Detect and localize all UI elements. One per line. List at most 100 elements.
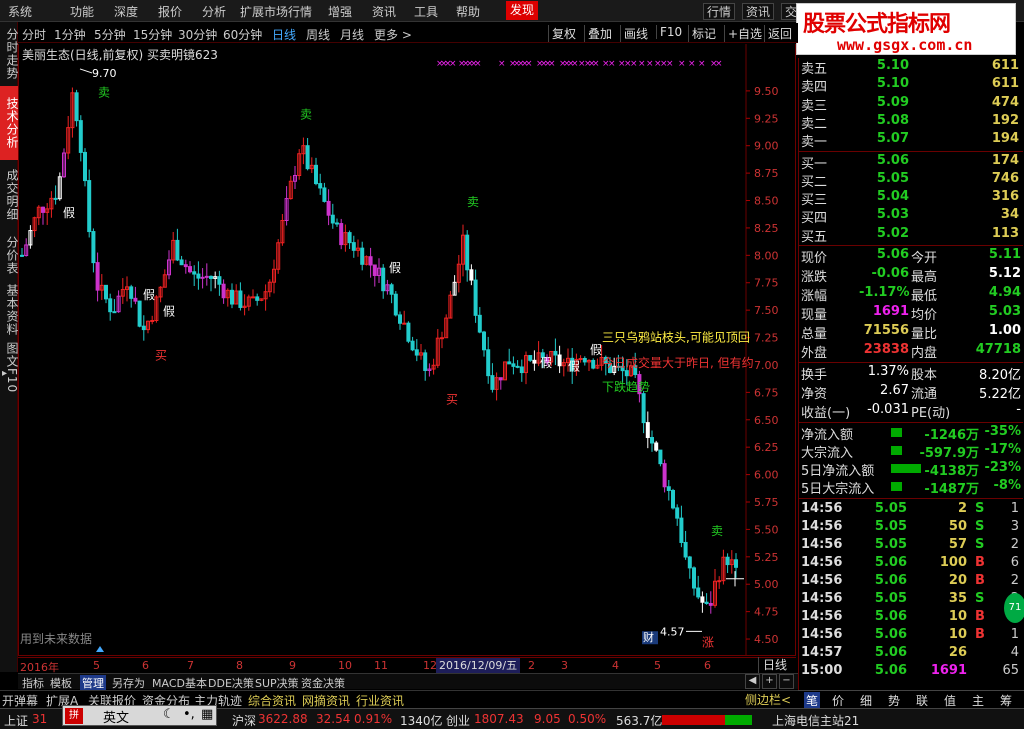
indicator-toolbar: 指标 模板 管理 另存为 MACD基本 DDE决策 SUP决策 资金决策 ◀ +…: [18, 673, 798, 691]
panel-tab-6[interactable]: 主: [972, 692, 984, 709]
scroll-left-icon[interactable]: ◀: [745, 674, 760, 689]
capital-decision-button[interactable]: 资金决策: [301, 675, 345, 691]
draw-line-button[interactable]: 画线: [620, 25, 651, 42]
tab-general-news[interactable]: 综合资讯: [248, 692, 296, 709]
scroll-right-icon[interactable]: +: [762, 674, 777, 689]
kline-chart[interactable]: 9.50 9.25 9.00 8.75 8.50 8.25 8.00 7.75 7.50 7.25…: [18, 44, 796, 656]
tab-web-news[interactable]: 网摘资讯: [302, 692, 350, 709]
x-axis: 2016年 5 6 7 8 9 10 11 12 2 3 4 5 6 2016/…: [18, 657, 796, 674]
bid-row[interactable]: 买五 5.02 113: [799, 226, 1023, 245]
period-60min[interactable]: 60分钟: [223, 26, 262, 43]
panel-tab-7[interactable]: 筹: [1000, 692, 1012, 709]
menu-analysis[interactable]: 分析: [202, 3, 226, 20]
period-indicator[interactable]: 日线: [758, 657, 798, 673]
ime-language[interactable]: 英文 ☾ •, ▦: [87, 707, 217, 726]
event-arrow-icon[interactable]: [96, 646, 104, 652]
menu-tools[interactable]: 工具: [414, 3, 438, 20]
menu-discover[interactable]: 发现: [506, 1, 539, 20]
server-status[interactable]: 上海电信主站21: [772, 712, 859, 729]
menu-system[interactable]: 系统: [8, 3, 32, 20]
sh-index-label[interactable]: 上证: [4, 712, 28, 729]
menu-help[interactable]: 帮助: [456, 3, 480, 20]
period-1min[interactable]: 1分钟: [54, 26, 86, 43]
candle-body: [339, 223, 344, 246]
ime-toolbar[interactable]: 拼 英文 ☾ •, ▦: [62, 705, 217, 726]
y-tick-label: 5.00: [754, 578, 779, 591]
bid-row[interactable]: 买四 5.03 34: [799, 207, 1023, 226]
manage-button[interactable]: 管理: [80, 675, 106, 691]
back-button[interactable]: 返回: [764, 25, 795, 42]
hs-index-label[interactable]: 沪深: [232, 712, 256, 729]
ask-row[interactable]: 卖二 5.08 192: [799, 113, 1023, 132]
candle-body: [221, 283, 226, 299]
float-badge[interactable]: 71: [1004, 593, 1024, 623]
ime-language-label[interactable]: 英文: [103, 707, 129, 726]
adjust-button[interactable]: 复权: [548, 25, 579, 42]
bid-row[interactable]: 买三 5.04 316: [799, 189, 1023, 208]
panel-tab-2[interactable]: 细: [860, 692, 872, 709]
cy-index-label[interactable]: 创业: [446, 712, 470, 729]
save-as-button[interactable]: 另存为: [112, 675, 145, 691]
left-tab-arrow-icon[interactable]: ▸: [2, 368, 7, 379]
overlay-button[interactable]: 叠加: [584, 25, 615, 42]
bid-row[interactable]: 买二 5.05 746: [799, 171, 1023, 190]
quote-value: 47718: [975, 342, 1021, 357]
add-watchlist-button[interactable]: +自选: [724, 25, 765, 42]
panel-tab-5[interactable]: 值: [944, 692, 956, 709]
bid-price: 5.06: [876, 152, 909, 168]
macd-button[interactable]: MACD基本: [152, 675, 207, 691]
menu-quote[interactable]: 报价: [158, 3, 182, 20]
period-30min[interactable]: 30分钟: [178, 26, 217, 43]
tab-technical-analysis[interactable]: 技术分析: [0, 86, 19, 160]
menu-depth[interactable]: 深度: [114, 3, 138, 20]
candle-body: [381, 267, 386, 292]
menu-extended-market[interactable]: 扩展市场行情: [240, 3, 312, 20]
period-daily[interactable]: 日线: [272, 26, 296, 43]
sup-button[interactable]: SUP决策: [255, 675, 299, 691]
market-button[interactable]: 行情: [703, 3, 736, 20]
ask-row[interactable]: 卖一 5.07 194: [799, 131, 1023, 150]
mark-button[interactable]: 标记: [688, 25, 719, 42]
period-monthly[interactable]: 月线: [340, 26, 364, 43]
zoom-out-icon[interactable]: −: [779, 674, 794, 689]
tab-danmaku[interactable]: 开弹幕: [2, 692, 38, 709]
news-button[interactable]: 资讯: [742, 3, 775, 20]
tab-trade-detail[interactable]: 成交明细: [0, 162, 19, 228]
period-more[interactable]: 更多 >: [374, 26, 412, 43]
panel-tab-4[interactable]: 联: [916, 692, 928, 709]
sidebar-toggle[interactable]: 侧边栏<: [745, 691, 791, 708]
panel-tab-3[interactable]: 势: [888, 692, 900, 709]
bid-row[interactable]: 买一 5.06 174: [799, 152, 1023, 172]
period-timeshare[interactable]: 分时: [22, 26, 46, 43]
template-button[interactable]: 模板: [50, 675, 72, 691]
ime-keyboard-icon[interactable]: ▦: [201, 707, 213, 722]
tick-side: B: [975, 627, 985, 642]
candle-body: [389, 284, 394, 295]
tab-basic-info[interactable]: 基本资料: [0, 282, 19, 338]
f10-button[interactable]: F10: [656, 25, 685, 39]
quote-label: 今开: [911, 251, 938, 266]
panel-tab-1[interactable]: 价: [832, 692, 844, 709]
tab-industry-news[interactable]: 行业资讯: [356, 692, 404, 709]
dde-button[interactable]: DDE决策: [208, 675, 254, 691]
ask-row[interactable]: 卖四 5.10 611: [799, 76, 1023, 95]
period-15min[interactable]: 15分钟: [133, 26, 172, 43]
period-weekly[interactable]: 周线: [306, 26, 330, 43]
ime-punct-icon[interactable]: •,: [183, 707, 195, 722]
panel-tab-0[interactable]: 笔: [804, 692, 821, 709]
menu-news[interactable]: 资讯: [372, 3, 396, 20]
ask-row[interactable]: 卖三 5.09 474: [799, 95, 1023, 114]
tab-timeshare[interactable]: 分时走势: [0, 24, 19, 84]
ask-label: 卖三: [801, 98, 828, 114]
ask-row[interactable]: 卖五 5.10 611: [799, 58, 1023, 77]
menu-enhance[interactable]: 增强: [328, 3, 352, 20]
period-5min[interactable]: 5分钟: [94, 26, 126, 43]
indicator-button[interactable]: 指标: [22, 675, 44, 691]
ime-moon-icon[interactable]: ☾: [163, 707, 175, 722]
menu-function[interactable]: 功能: [70, 3, 94, 20]
candle-body: [528, 355, 533, 361]
x-tick: 9: [289, 659, 296, 672]
quote-row: 现价 5.06 今开 5.11: [799, 247, 1023, 266]
low-price-label: 4.57: [660, 625, 685, 638]
tab-price-table[interactable]: 分价表: [0, 230, 19, 280]
